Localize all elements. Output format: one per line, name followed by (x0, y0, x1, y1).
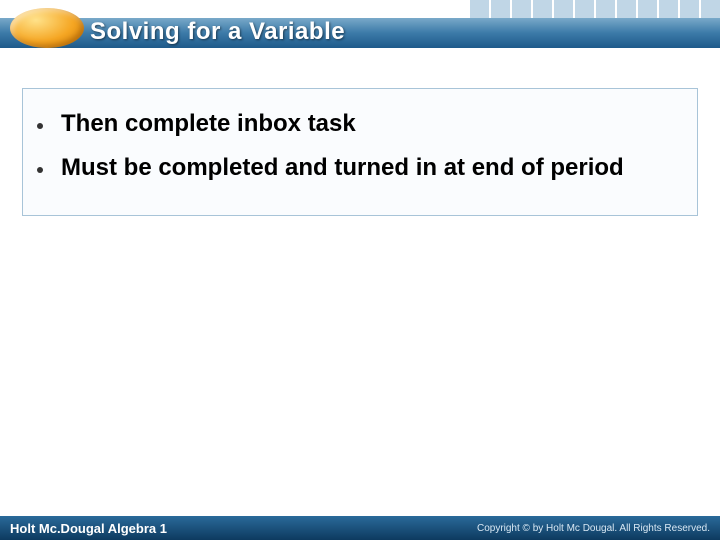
bullet-item: Then complete inbox task (37, 109, 683, 139)
slide-footer: Holt Mc.Dougal Algebra 1 Copyright © by … (0, 516, 720, 540)
header-oval-icon (10, 8, 84, 48)
slide-header: Solving for a Variable (0, 0, 720, 58)
footer-textbook-label: Holt Mc.Dougal Algebra 1 (10, 521, 167, 536)
bullet-text: Then complete inbox task (61, 109, 356, 139)
footer-copyright: Copyright © by Holt Mc Dougal. All Right… (477, 523, 710, 534)
bullet-text: Must be completed and turned in at end o… (61, 153, 624, 183)
slide-title: Solving for a Variable (90, 18, 345, 46)
content-box: Then complete inbox task Must be complet… (22, 88, 698, 216)
bullet-dot-icon (37, 123, 43, 129)
bullet-dot-icon (37, 167, 43, 173)
bullet-item: Must be completed and turned in at end o… (37, 153, 683, 183)
